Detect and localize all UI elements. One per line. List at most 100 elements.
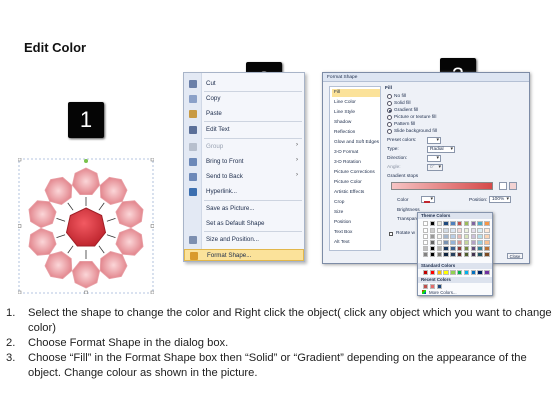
category-item[interactable]: Alt Text bbox=[332, 239, 380, 247]
category-item[interactable]: Crop bbox=[332, 199, 380, 207]
category-item[interactable]: Artistic Effects bbox=[332, 189, 380, 197]
menu-item-paste[interactable]: Paste bbox=[184, 108, 304, 120]
standard-color-swatch[interactable] bbox=[436, 270, 442, 276]
add-stop-button[interactable] bbox=[499, 182, 507, 190]
category-item[interactable]: Reflection bbox=[332, 129, 380, 137]
theme-color-swatch[interactable] bbox=[450, 234, 456, 240]
category-item[interactable]: Position bbox=[332, 219, 380, 227]
theme-color-swatch[interactable] bbox=[484, 240, 490, 246]
theme-color-swatch[interactable] bbox=[443, 240, 449, 246]
standard-color-swatch[interactable] bbox=[443, 270, 449, 276]
theme-color-swatch[interactable] bbox=[477, 240, 483, 246]
category-item[interactable]: Picture Color bbox=[332, 179, 380, 187]
theme-color-swatch[interactable] bbox=[484, 234, 490, 240]
category-item[interactable]: Line Style bbox=[332, 109, 380, 117]
remove-stop-button[interactable] bbox=[509, 182, 517, 190]
menu-item-bring-to-front[interactable]: Bring to Front › bbox=[184, 156, 304, 168]
category-item[interactable]: Line Color bbox=[332, 99, 380, 107]
theme-color-swatch[interactable] bbox=[450, 221, 456, 227]
standard-color-swatch[interactable] bbox=[463, 270, 470, 276]
theme-color-swatch[interactable] bbox=[457, 228, 463, 234]
category-item[interactable]: Text Box bbox=[332, 229, 380, 237]
theme-color-swatch[interactable] bbox=[429, 252, 436, 258]
theme-color-swatch[interactable] bbox=[477, 234, 483, 240]
standard-color-swatch[interactable] bbox=[429, 270, 436, 276]
gradient-stops-bar[interactable] bbox=[391, 182, 493, 190]
theme-color-swatch[interactable] bbox=[436, 252, 442, 258]
menu-item-save-as-picture[interactable]: Save as Picture... bbox=[184, 203, 304, 215]
selected-shape-diagram[interactable] bbox=[17, 157, 155, 295]
theme-color-swatch[interactable] bbox=[477, 252, 483, 258]
theme-color-swatch[interactable] bbox=[443, 252, 449, 258]
standard-color-swatch[interactable] bbox=[477, 270, 483, 276]
theme-color-swatch[interactable] bbox=[429, 228, 436, 234]
category-item[interactable]: Shadow bbox=[332, 119, 380, 127]
recent-color-swatch[interactable] bbox=[436, 284, 442, 290]
theme-color-swatch[interactable] bbox=[463, 240, 470, 246]
theme-color-swatch[interactable] bbox=[443, 234, 449, 240]
color-picker-button[interactable] bbox=[421, 196, 435, 203]
fill-option-radio[interactable] bbox=[387, 122, 392, 127]
theme-color-swatch[interactable] bbox=[429, 246, 436, 252]
theme-color-swatch[interactable] bbox=[429, 234, 436, 240]
theme-color-swatch[interactable] bbox=[436, 228, 442, 234]
theme-color-swatch[interactable] bbox=[423, 252, 429, 258]
rotate-checkbox[interactable] bbox=[389, 232, 393, 236]
category-item[interactable]: Picture Corrections bbox=[332, 169, 380, 177]
theme-color-swatch[interactable] bbox=[484, 221, 490, 227]
fill-option-radio[interactable] bbox=[387, 101, 392, 106]
theme-color-swatch[interactable] bbox=[443, 221, 449, 227]
angle-input[interactable]: 0° bbox=[427, 164, 443, 171]
theme-color-swatch[interactable] bbox=[457, 221, 463, 227]
theme-color-swatch[interactable] bbox=[470, 228, 476, 234]
menu-item-group[interactable]: Group › bbox=[184, 141, 304, 153]
theme-color-swatch[interactable] bbox=[463, 246, 470, 252]
theme-color-swatch[interactable] bbox=[450, 246, 456, 252]
theme-color-swatch[interactable] bbox=[463, 252, 470, 258]
theme-color-swatch[interactable] bbox=[436, 234, 442, 240]
menu-item-hyperlink[interactable]: Hyperlink... bbox=[184, 186, 304, 198]
preset-colors-dropdown[interactable] bbox=[427, 137, 441, 144]
fill-option-radio[interactable] bbox=[387, 115, 392, 120]
recent-color-swatch[interactable] bbox=[429, 284, 436, 290]
theme-color-swatch[interactable] bbox=[457, 240, 463, 246]
theme-color-swatch[interactable] bbox=[450, 240, 456, 246]
center-heptagon[interactable] bbox=[65, 207, 107, 247]
theme-color-swatch[interactable] bbox=[423, 234, 429, 240]
theme-color-swatch[interactable] bbox=[436, 221, 442, 227]
theme-color-swatch[interactable] bbox=[484, 252, 490, 258]
menu-item-format-shape[interactable]: Format Shape... bbox=[184, 249, 304, 261]
theme-color-swatch[interactable] bbox=[470, 252, 476, 258]
theme-color-swatch[interactable] bbox=[470, 221, 476, 227]
theme-color-swatch[interactable] bbox=[457, 252, 463, 258]
theme-color-swatch[interactable] bbox=[463, 221, 470, 227]
theme-color-swatch[interactable] bbox=[436, 240, 442, 246]
theme-color-swatch[interactable] bbox=[463, 228, 470, 234]
theme-color-swatch[interactable] bbox=[470, 240, 476, 246]
theme-color-swatch[interactable] bbox=[423, 246, 429, 252]
standard-color-swatch[interactable] bbox=[484, 270, 490, 276]
menu-item-send-to-back[interactable]: Send to Back › bbox=[184, 171, 304, 183]
standard-color-swatch[interactable] bbox=[457, 270, 463, 276]
menu-item-size-and-position[interactable]: Size and Position... bbox=[184, 234, 304, 246]
theme-color-swatch[interactable] bbox=[470, 246, 476, 252]
more-colors-link[interactable]: More Colors... bbox=[429, 290, 457, 295]
menu-item-cut[interactable]: Cut bbox=[184, 78, 304, 90]
recent-color-swatch[interactable] bbox=[423, 284, 429, 290]
theme-color-swatch[interactable] bbox=[443, 246, 449, 252]
menu-item-set-as-default-shape[interactable]: Set as Default Shape bbox=[184, 218, 304, 230]
theme-color-swatch[interactable] bbox=[484, 228, 490, 234]
menu-item-edit-text[interactable]: Edit Text bbox=[184, 124, 304, 136]
theme-color-swatch[interactable] bbox=[484, 246, 490, 252]
fill-option-radio[interactable] bbox=[387, 108, 392, 113]
category-item[interactable]: 3-D Rotation bbox=[332, 159, 380, 167]
theme-color-swatch[interactable] bbox=[457, 234, 463, 240]
theme-color-swatch[interactable] bbox=[477, 246, 483, 252]
type-dropdown[interactable]: Radial bbox=[427, 146, 455, 153]
category-item[interactable]: Size bbox=[332, 209, 380, 217]
close-button[interactable]: Close bbox=[507, 253, 523, 259]
theme-color-swatch[interactable] bbox=[450, 252, 456, 258]
theme-color-swatch[interactable] bbox=[477, 228, 483, 234]
fill-option-radio[interactable] bbox=[387, 94, 392, 99]
menu-item-copy[interactable]: Copy bbox=[184, 93, 304, 105]
